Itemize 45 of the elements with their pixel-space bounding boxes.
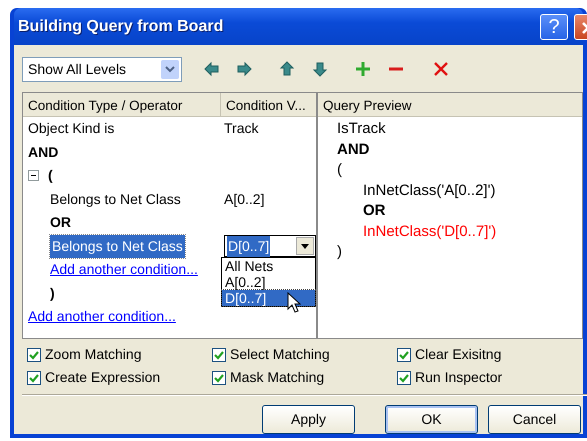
caret-icon xyxy=(165,66,175,72)
checkbox[interactable] xyxy=(397,370,411,384)
query-line: IsTrack xyxy=(337,119,387,139)
condition-type[interactable]: Belongs to Net Class xyxy=(50,188,181,210)
column-header[interactable]: Condition V... xyxy=(221,93,316,116)
condition-value: Track xyxy=(224,119,258,138)
checkbox-label[interactable]: Run Inspector xyxy=(415,367,502,388)
help-button[interactable]: ? xyxy=(540,14,568,40)
checkbox-label[interactable]: Zoom Matching xyxy=(45,344,142,365)
checkbox[interactable] xyxy=(27,348,41,362)
dialog-button[interactable]: Apply xyxy=(262,405,355,434)
condition-type[interactable]: Belongs to Net Class xyxy=(50,234,185,258)
dialog-button[interactable]: OK xyxy=(385,405,478,434)
column-header[interactable]: Condition Type / Operator xyxy=(23,93,221,116)
column-header: Query Preview xyxy=(322,97,413,115)
value-combo[interactable]: D[0..7] xyxy=(224,235,316,258)
add-condition-link[interactable]: Add another condition... xyxy=(28,306,176,328)
window-title: Building Query from Board xyxy=(18,16,224,36)
operator-text: OR xyxy=(50,213,71,232)
query-line: ( xyxy=(337,160,343,180)
level-select[interactable]: Show All Levels xyxy=(22,56,182,82)
checkbox-label[interactable]: Create Expression xyxy=(45,367,160,388)
checkbox[interactable] xyxy=(27,370,41,384)
collapse-toggle-icon[interactable] xyxy=(28,170,39,182)
checkbox[interactable] xyxy=(212,348,226,362)
dialog-button[interactable]: Cancel xyxy=(488,405,581,434)
checkbox-label[interactable]: Clear Exisitng xyxy=(415,344,502,365)
query-line: InNetClass('A[0..2]') xyxy=(363,180,496,200)
condition-type[interactable]: Object Kind is xyxy=(28,118,114,140)
query-line: InNetClass('D[0..7]') xyxy=(363,222,498,242)
condition-value: A[0..2] xyxy=(224,190,264,209)
add-condition-link[interactable]: Add another condition... xyxy=(50,259,198,280)
checkbox-label[interactable]: Select Matching xyxy=(230,344,330,365)
group-bracket: ( xyxy=(48,166,53,186)
checkbox[interactable] xyxy=(212,370,226,384)
query-line: ) xyxy=(337,242,343,262)
dropdown-option[interactable]: All Nets xyxy=(222,258,315,274)
dropdown-option[interactable]: A[0..2] xyxy=(222,274,315,290)
dropdown-option[interactable]: D[0..7] xyxy=(222,290,315,306)
group-bracket: ) xyxy=(50,284,55,303)
checkbox-label[interactable]: Mask Matching xyxy=(230,367,324,388)
query-line: OR xyxy=(363,201,386,221)
checkbox[interactable] xyxy=(397,348,411,362)
operator-text: AND xyxy=(28,142,58,162)
query-line: AND xyxy=(337,140,370,160)
